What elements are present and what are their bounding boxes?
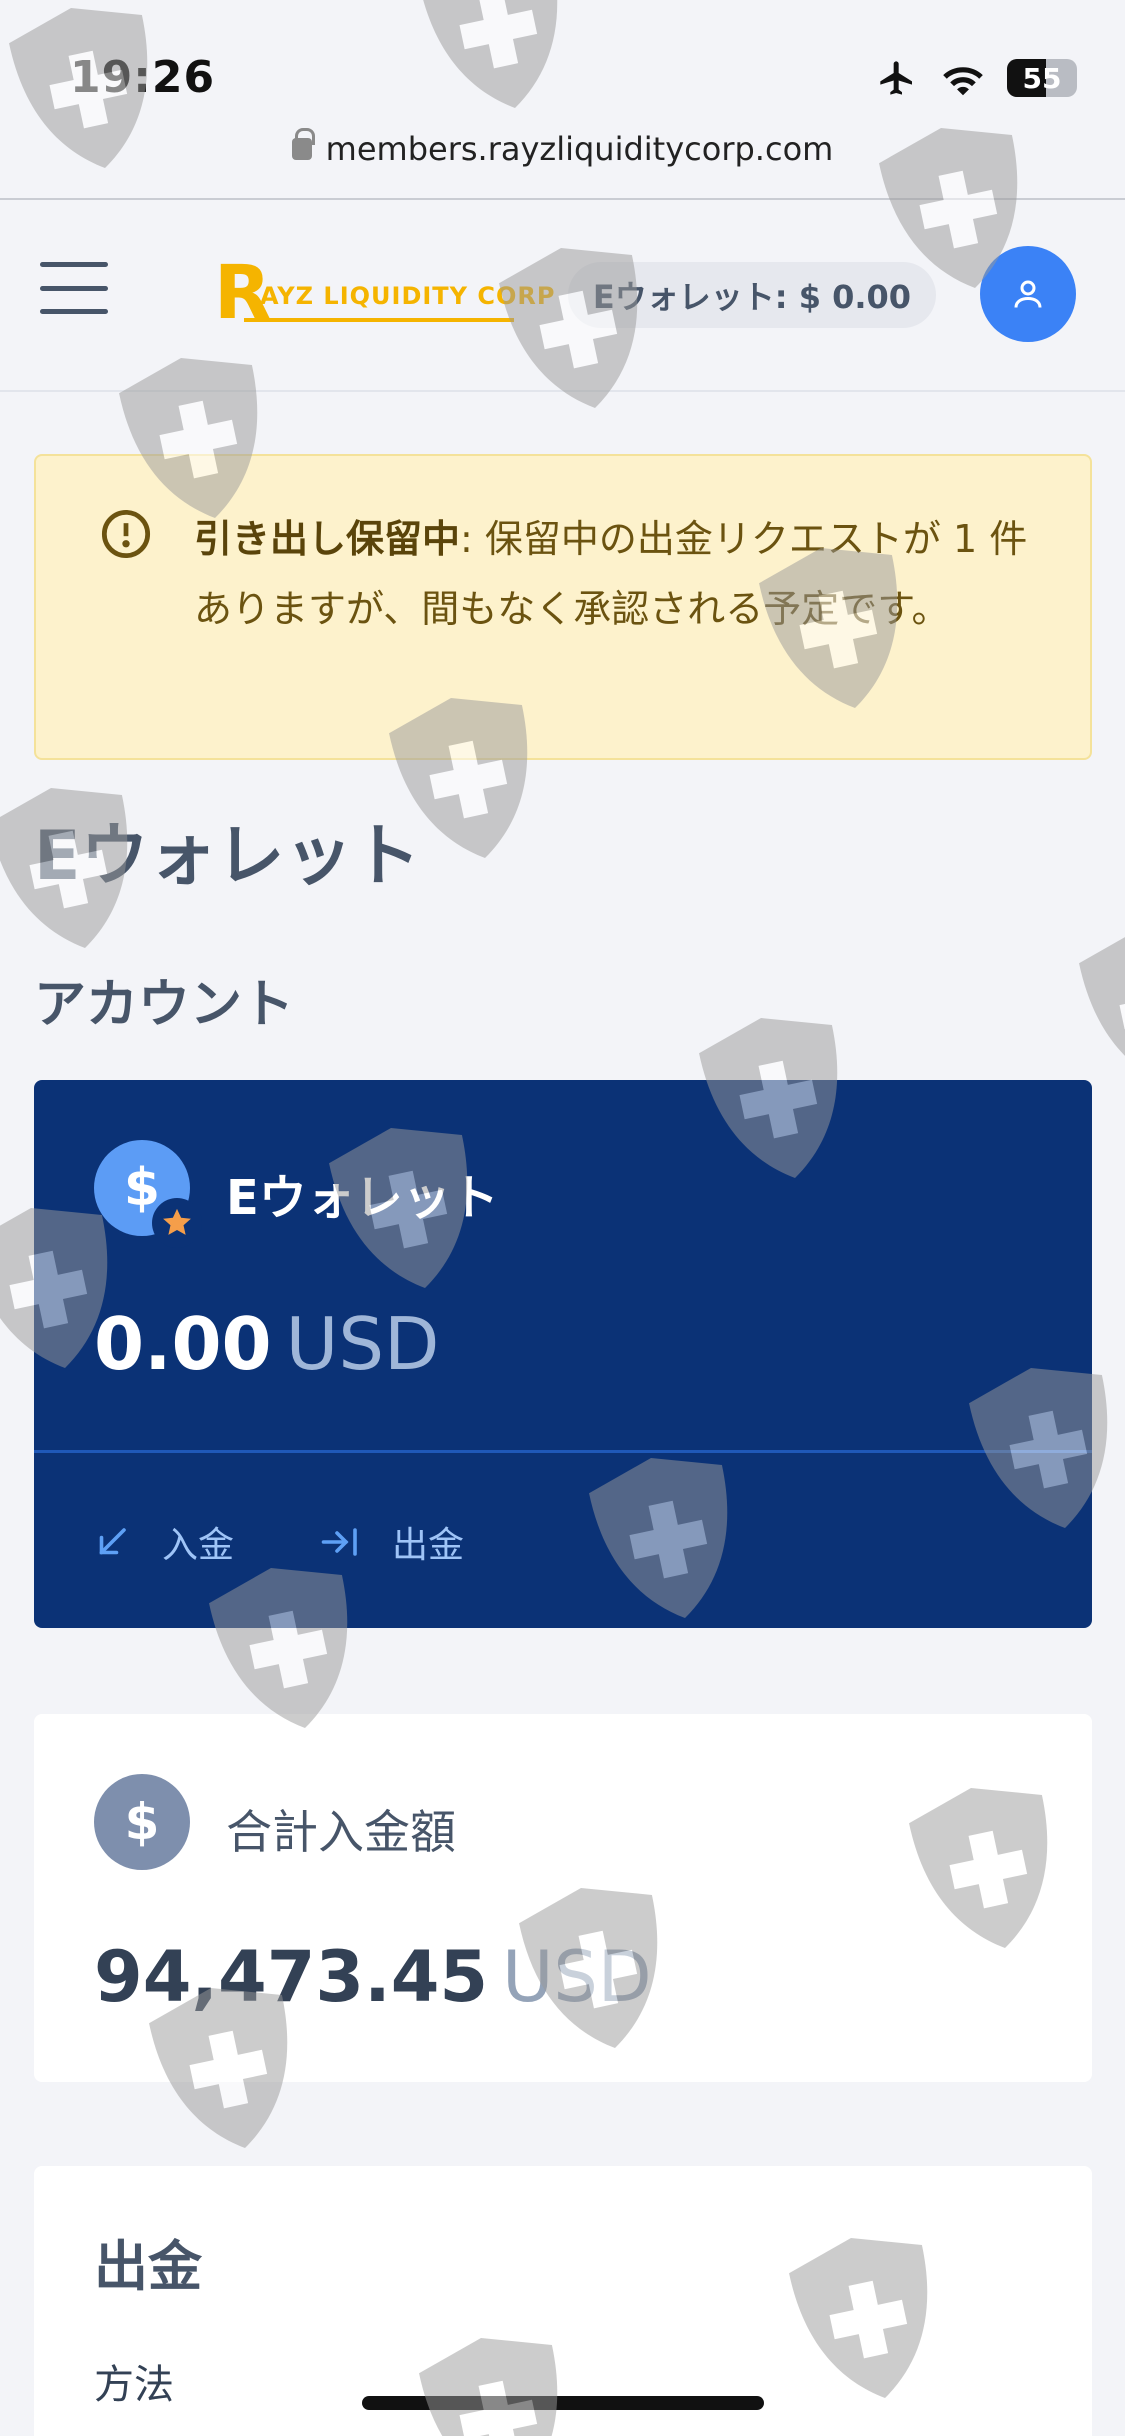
card-divider [34,1450,1092,1453]
airplane-icon [880,61,912,95]
ewallet-balance: 0.00 USD [94,1302,440,1386]
user-avatar-button[interactable] [980,246,1076,342]
address-bar[interactable]: members.rayzliquiditycorp.com [0,128,1125,168]
deposit-label: 入金 [162,1525,235,1566]
app-header: R AYZ LIQUIDITY CORP Eウォレット: $ 0.00 [0,200,1125,392]
hamburger-icon[interactable] [40,262,108,314]
total-deposit-card: $ 合計入金額 94,473.45 USD [34,1714,1092,2082]
alert-message: 引き出し保留中: 保留中の出金リクエストが 1 件ありますが、間もなく承認される… [194,504,1064,644]
wifi-icon [943,67,983,96]
dollar-icon: $ [94,1774,190,1870]
section-title-accounts: アカウント [34,975,295,1035]
status-bar: 19:26 55 [0,0,1125,130]
home-indicator [362,2396,764,2410]
page-title: Eウォレット [34,817,421,896]
total-amount: 94,473.45 [94,1936,489,2018]
total-deposit-label: 合計入金額 [226,1805,456,1859]
lock-icon [291,128,315,160]
withdraw-title: 出金 [94,2235,202,2298]
balance-amount: 0.00 [94,1302,272,1386]
status-time: 19:26 [70,52,216,103]
logo-text: AYZ LIQUIDITY CORP [260,282,556,310]
logo[interactable]: R AYZ LIQUIDITY CORP [214,256,555,330]
arrow-right-bar-icon [321,1528,357,1556]
battery-icon: 55 [1007,59,1077,97]
total-deposit-value: 94,473.45 USD [94,1936,652,2018]
withdraw-button[interactable]: 出金 [320,1516,464,1568]
method-label: 方法 [94,2362,174,2408]
alert-title: 引き出し保留中 [194,517,461,561]
wallet-balance-pill[interactable]: Eウォレット: $ 0.00 [568,262,936,328]
star-icon [152,1198,202,1248]
balance-currency: USD [285,1302,440,1386]
total-currency: USD [502,1936,652,2018]
exclamation-circle-icon [101,509,151,559]
withdrawal-pending-alert: 引き出し保留中: 保留中の出金リクエストが 1 件ありますが、間もなく承認される… [34,454,1092,760]
ewallet-name: Eウォレット [226,1170,499,1226]
url-text: members.rayzliquiditycorp.com [325,130,834,168]
arrow-down-left-icon [99,1528,126,1555]
withdraw-label: 出金 [392,1525,465,1566]
status-icons: 55 [875,58,1077,98]
deposit-button[interactable]: 入金 [94,1516,234,1568]
user-icon [1014,280,1042,308]
ewallet-account-card[interactable]: $ Eウォレット 0.00 USD 入金 出金 [34,1080,1092,1628]
